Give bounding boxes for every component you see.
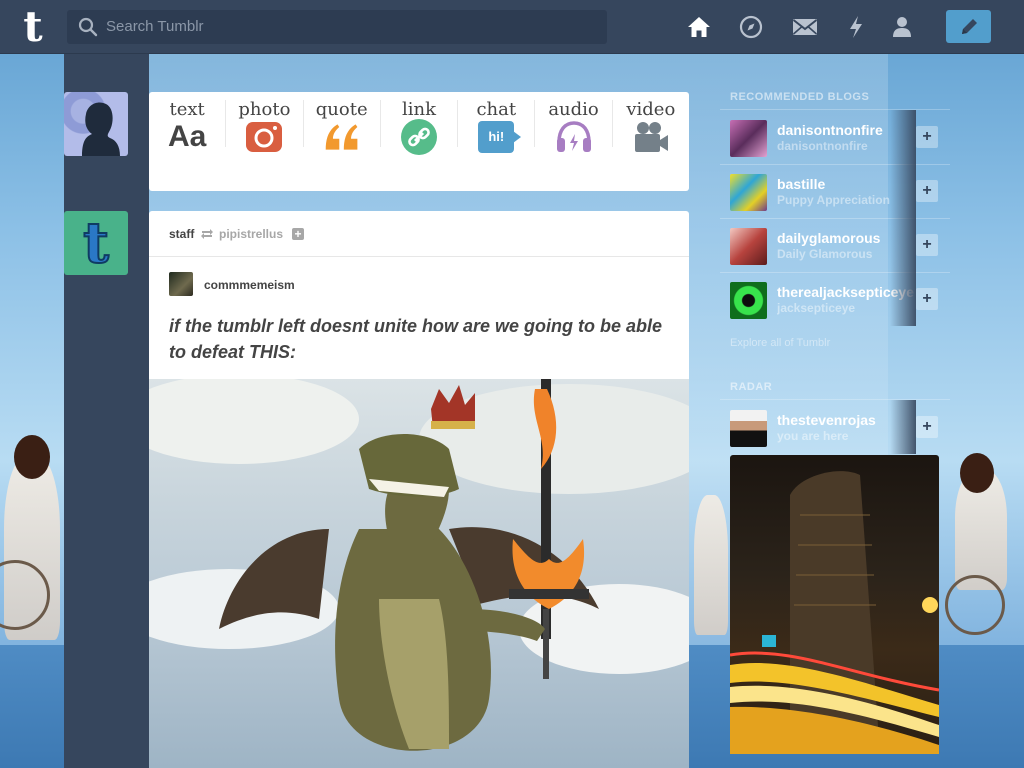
reblogged-from-link[interactable]: pipistrellus bbox=[219, 227, 283, 241]
recommended-blog-row[interactable]: therealjacksepticeye jacksepticeye + bbox=[720, 272, 950, 326]
follow-blog-button[interactable]: + bbox=[916, 416, 938, 438]
home-icon[interactable] bbox=[686, 14, 712, 40]
source-blog-name[interactable]: commmemeism bbox=[204, 278, 295, 292]
post-type-label: audio bbox=[548, 99, 599, 120]
background-hair-left bbox=[14, 435, 50, 479]
explore-all-link[interactable]: Explore all of Tumblr bbox=[730, 336, 830, 350]
follow-blog-button[interactable]: + bbox=[916, 288, 938, 310]
blog-row-fade bbox=[890, 400, 916, 454]
silhouette-icon bbox=[82, 102, 120, 156]
recommended-blog-row[interactable]: bastille Puppy Appreciation + bbox=[720, 164, 950, 218]
blog-avatar[interactable] bbox=[730, 174, 767, 211]
radar-blog-row[interactable]: thestevenrojas you are here + bbox=[720, 400, 950, 454]
reblog-icon bbox=[201, 229, 213, 239]
post-type-audio[interactable]: audio bbox=[534, 99, 611, 152]
compose-pencil-icon bbox=[961, 18, 977, 34]
blog-avatar[interactable] bbox=[730, 410, 767, 447]
search-input[interactable] bbox=[106, 10, 601, 44]
post-image[interactable] bbox=[149, 379, 689, 768]
radar-post-image[interactable] bbox=[730, 455, 939, 754]
video-camera-icon bbox=[632, 118, 670, 156]
staff-avatar[interactable]: t bbox=[64, 211, 128, 275]
recommended-blog-row[interactable]: danisontnonfire danisontnonfire + bbox=[720, 110, 950, 164]
inbox-mail-icon[interactable] bbox=[792, 14, 818, 40]
account-person-icon[interactable] bbox=[889, 14, 915, 40]
quote-marks-icon bbox=[323, 118, 361, 156]
photo-camera-icon bbox=[245, 118, 283, 156]
text-aa-icon: Aa bbox=[168, 118, 206, 156]
blog-row-fade bbox=[890, 272, 916, 326]
post-author-link[interactable]: staff bbox=[169, 227, 194, 241]
post-type-chat[interactable]: chat hi! bbox=[457, 99, 534, 153]
text-aa-glyph: Aa bbox=[167, 120, 207, 153]
activity-lightning-icon[interactable] bbox=[843, 14, 869, 40]
blog-row-fade bbox=[890, 164, 916, 218]
post-type-label: photo bbox=[238, 99, 291, 120]
post-type-video[interactable]: video bbox=[611, 99, 689, 152]
explore-compass-icon[interactable] bbox=[738, 14, 764, 40]
post-type-label: chat bbox=[476, 99, 517, 120]
radar-heading: RADAR bbox=[730, 381, 773, 393]
link-chain-icon bbox=[400, 118, 438, 156]
blog-avatar[interactable] bbox=[730, 228, 767, 265]
night-building-photo bbox=[730, 471, 939, 754]
compose-button[interactable] bbox=[946, 10, 991, 43]
chat-bubble-icon: hi! bbox=[477, 118, 522, 156]
follow-blog-button[interactable]: + bbox=[916, 234, 938, 256]
blog-avatar[interactable] bbox=[730, 120, 767, 157]
user-avatar[interactable] bbox=[64, 92, 128, 156]
post-type-link[interactable]: link bbox=[379, 99, 457, 155]
post-type-label: video bbox=[626, 99, 676, 120]
blog-avatar[interactable] bbox=[730, 282, 767, 319]
post-type-photo[interactable]: photo bbox=[225, 99, 302, 152]
post-type-quote[interactable]: quote bbox=[302, 99, 380, 150]
follow-blog-button[interactable]: + bbox=[916, 126, 938, 148]
post-type-label: quote bbox=[315, 99, 368, 120]
staff-avatar-letter: t bbox=[82, 210, 110, 276]
tumblr-logo[interactable]: t bbox=[16, 6, 50, 48]
dinosaur-king-illustration bbox=[149, 379, 689, 751]
chat-glyph: hi! bbox=[488, 129, 505, 144]
blog-row-fade bbox=[890, 110, 916, 164]
follow-plus-icon[interactable]: + bbox=[292, 228, 304, 240]
recommended-blog-row[interactable]: dailyglamorous Daily Glamorous + bbox=[720, 218, 950, 272]
dashboard-left-column bbox=[64, 54, 149, 768]
recommended-blogs-heading: RECOMMENDED BLOGS bbox=[730, 91, 870, 103]
background-bike-wheel-right bbox=[945, 575, 1005, 635]
background-figure-mid bbox=[694, 495, 728, 635]
search-icon bbox=[78, 17, 98, 37]
top-navigation-bar: t bbox=[0, 0, 1024, 54]
post-type-text[interactable]: text Aa bbox=[149, 99, 225, 154]
background-hair-right bbox=[960, 453, 994, 493]
source-blog-avatar[interactable] bbox=[169, 272, 193, 296]
dashboard-post: staff pipistrellus + commmemeism if the … bbox=[149, 211, 689, 768]
post-type-label: link bbox=[401, 99, 436, 120]
follow-blog-button[interactable]: + bbox=[916, 180, 938, 202]
post-header: staff pipistrellus + bbox=[149, 211, 689, 257]
new-post-bar: text Aa photo quote link chat hi! audio bbox=[149, 92, 689, 191]
audio-headphones-icon bbox=[555, 118, 593, 156]
blog-row-fade bbox=[890, 218, 916, 272]
post-type-label: text bbox=[169, 99, 205, 120]
post-title: if the tumblr left doesnt unite how are … bbox=[169, 316, 663, 362]
